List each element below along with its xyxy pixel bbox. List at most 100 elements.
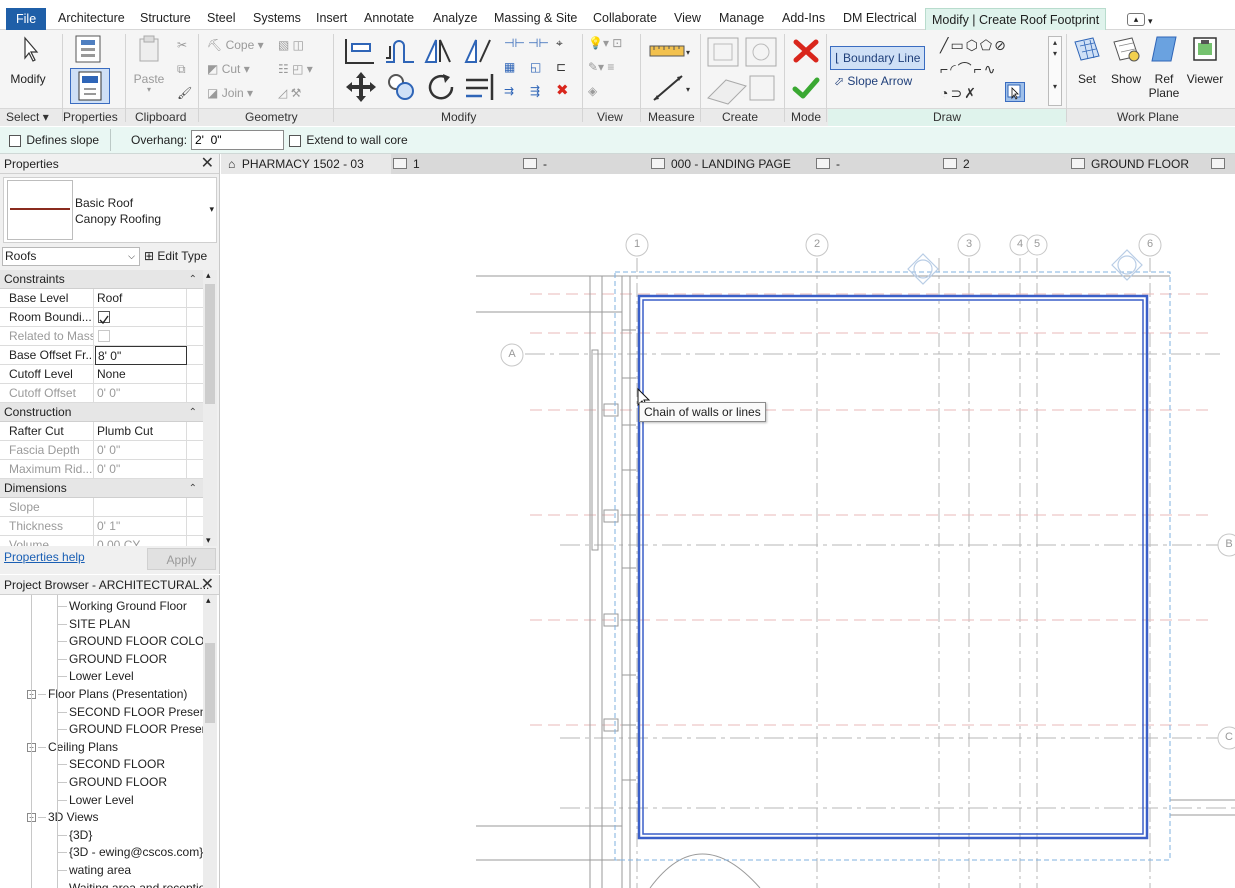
linework-icon[interactable]: ◈ xyxy=(588,82,597,100)
cut-clipboard-icon[interactable]: ✂ xyxy=(177,36,187,54)
delete-icon[interactable]: ✖ xyxy=(556,82,569,100)
properties-palette-toggle[interactable] xyxy=(70,68,110,104)
boundary-line-button[interactable]: ⌊ Boundary Line xyxy=(830,46,926,70)
tab-architecture[interactable]: Architecture xyxy=(56,7,127,29)
property-row[interactable]: Cutoff Level None xyxy=(0,365,203,384)
defines-slope-option[interactable]: Defines slope xyxy=(9,133,99,147)
tab-collaborate[interactable]: Collaborate xyxy=(591,7,659,29)
draw-gallery-scroll[interactable]: ▴ ▾ ▾ xyxy=(1048,36,1062,106)
view-tab-ground-floor[interactable]: GROUND FLOOR xyxy=(1071,154,1189,174)
tab-dm-electrical[interactable]: DM Electrical xyxy=(841,7,919,29)
property-row[interactable]: Related to Mass xyxy=(0,327,203,346)
browser-scrollbar[interactable]: ▴ xyxy=(203,595,217,888)
pick-walls-button[interactable] xyxy=(1005,82,1025,102)
measure-between-references-icon[interactable]: ▾ xyxy=(648,42,692,65)
browser-view-item[interactable]: GROUND FLOOR Presentation xyxy=(69,720,203,738)
browser-view-item[interactable]: Working Ground Floor xyxy=(69,597,187,615)
property-value[interactable]: None xyxy=(95,365,187,384)
view-tab-pharmacy[interactable]: ⌂ PHARMACY 1502 - 03 xyxy=(221,154,391,174)
type-properties-icon[interactable] xyxy=(73,34,105,69)
property-value[interactable]: 0' 0" xyxy=(95,460,187,479)
draw-line-tools-row-1[interactable]: ╱▭⬡⬠⊘ xyxy=(940,36,1008,54)
wall-joins-icon[interactable]: ☷ ◰ ▾ xyxy=(278,60,313,78)
apply-button[interactable]: Apply xyxy=(147,548,216,570)
trim-multiple-icon[interactable]: ⇉ xyxy=(504,82,514,100)
trim-extend-icon[interactable] xyxy=(462,70,496,107)
browser-view-item[interactable]: wating area xyxy=(69,861,131,879)
property-value[interactable]: 0' 0" xyxy=(95,384,187,403)
match-type-icon[interactable]: 🖌 xyxy=(177,84,192,102)
cope-button[interactable]: ⛏ Cope ▾ xyxy=(207,36,264,54)
modify-tool-button[interactable]: Modify xyxy=(4,34,52,86)
browser-view-item[interactable]: Waiting area and reception xyxy=(69,879,203,888)
offset-icon[interactable] xyxy=(382,36,418,69)
browser-view-item[interactable]: SECOND FLOOR xyxy=(69,755,165,773)
align-icon[interactable] xyxy=(342,36,378,69)
browser-view-item[interactable]: Lower Level xyxy=(69,667,134,685)
property-value[interactable] xyxy=(95,498,187,517)
tab-modify-create-roof-footprint[interactable]: Modify | Create Roof Footprint xyxy=(925,8,1107,30)
defines-slope-checkbox[interactable] xyxy=(9,134,21,147)
view-tab-dash-1[interactable]: - xyxy=(523,154,547,174)
property-row[interactable]: Slope xyxy=(0,498,203,517)
mirror-pick-axis-icon[interactable] xyxy=(422,36,454,69)
tab-view[interactable]: View xyxy=(672,7,703,29)
draw-line-tools-row-3[interactable]: ◔⊃✗ xyxy=(940,84,978,102)
close-icon[interactable]: ✕ xyxy=(201,575,214,595)
property-row[interactable]: Room Boundi... xyxy=(0,308,203,327)
create-assembly-icon[interactable] xyxy=(706,36,778,109)
tab-systems[interactable]: Systems xyxy=(251,7,303,29)
scrollbar-thumb[interactable] xyxy=(205,643,215,723)
tab-steel[interactable]: Steel xyxy=(205,7,238,29)
browser-view-item[interactable]: SITE PLAN xyxy=(69,615,130,633)
unpin-icon[interactable]: ⌖ xyxy=(556,34,563,52)
tab-add-ins[interactable]: Add-Ins xyxy=(780,7,827,29)
trim-single-icon[interactable]: ⇶ xyxy=(530,82,540,100)
paint-icon[interactable]: ◿ ⚒ xyxy=(278,84,301,102)
view-tab-2[interactable]: 2 xyxy=(943,154,970,174)
property-value[interactable]: 0.00 CY xyxy=(95,536,187,546)
aligned-dimension-icon[interactable]: ▾ xyxy=(650,72,694,107)
browser-view-item[interactable]: {3D} xyxy=(69,826,92,844)
tab-annotate[interactable]: Annotate xyxy=(362,7,416,29)
show-work-plane-button[interactable]: Show xyxy=(1108,34,1144,86)
browser-view-item[interactable]: SECOND FLOOR Presentation xyxy=(69,703,203,721)
property-row[interactable]: Volume 0.00 CY xyxy=(0,536,203,546)
ref-plane-button[interactable]: Ref Plane xyxy=(1146,34,1182,100)
property-row[interactable]: Cutoff Offset 0' 0" xyxy=(0,384,203,403)
extend-to-wall-core-option[interactable]: Extend to wall core xyxy=(289,133,408,147)
override-graphics-icon[interactable]: ✎▾ ≡ xyxy=(588,58,614,76)
tab-insert[interactable]: Insert xyxy=(314,7,349,29)
tab-massing-site[interactable]: Massing & Site xyxy=(492,7,579,29)
draw-line-tools-row-2[interactable]: ⌐◜⌒⌐∿ xyxy=(940,60,998,78)
join-button[interactable]: ◪ Join ▾ xyxy=(207,84,253,102)
cancel-edit-mode-icon[interactable] xyxy=(792,38,820,67)
scroll-down-icon[interactable]: ▾ xyxy=(206,535,211,546)
close-icon[interactable]: ✕ xyxy=(201,154,214,174)
split-element-icon[interactable]: ⊣⊢ xyxy=(504,34,525,52)
move-icon[interactable] xyxy=(344,70,378,107)
array-icon[interactable]: ▦ xyxy=(504,58,515,76)
property-row[interactable]: Fascia Depth 0' 0" xyxy=(0,441,203,460)
property-value[interactable]: 8' 0" xyxy=(95,346,187,365)
related-to-mass-checkbox[interactable] xyxy=(98,330,110,342)
property-row[interactable]: Rafter Cut Plumb Cut xyxy=(0,422,203,441)
split-with-gap-icon[interactable]: ⊣⊢ xyxy=(528,34,549,52)
mirror-draw-axis-icon[interactable] xyxy=(462,36,494,69)
type-selector[interactable]: Basic Roof Canopy Roofing ▾ xyxy=(3,177,217,243)
property-value[interactable]: Plumb Cut xyxy=(95,422,187,441)
view-tab-overflow[interactable] xyxy=(1211,154,1231,174)
browser-view-item[interactable]: {3D - ewing@cscos.com} xyxy=(69,843,203,861)
view-tab-1[interactable]: 1 xyxy=(393,154,420,174)
category-constraints[interactable]: Constraints ⌃ xyxy=(0,270,203,289)
pin-icon[interactable]: ⊏ xyxy=(556,58,566,76)
viewer-button[interactable]: Viewer xyxy=(1184,34,1226,86)
overhang-input[interactable] xyxy=(191,130,284,150)
property-value[interactable]: 0' 1" xyxy=(95,517,187,536)
view-tab-landing-page[interactable]: 000 - LANDING PAGE xyxy=(651,154,791,174)
property-row[interactable]: Maximum Rid... 0' 0" xyxy=(0,460,203,479)
browser-group[interactable]: 3D Views xyxy=(48,808,98,826)
split-face-icon[interactable]: ▧ ◫ xyxy=(278,36,304,54)
browser-group[interactable]: Ceiling Plans xyxy=(48,738,118,756)
property-value[interactable]: 0' 0" xyxy=(95,441,187,460)
